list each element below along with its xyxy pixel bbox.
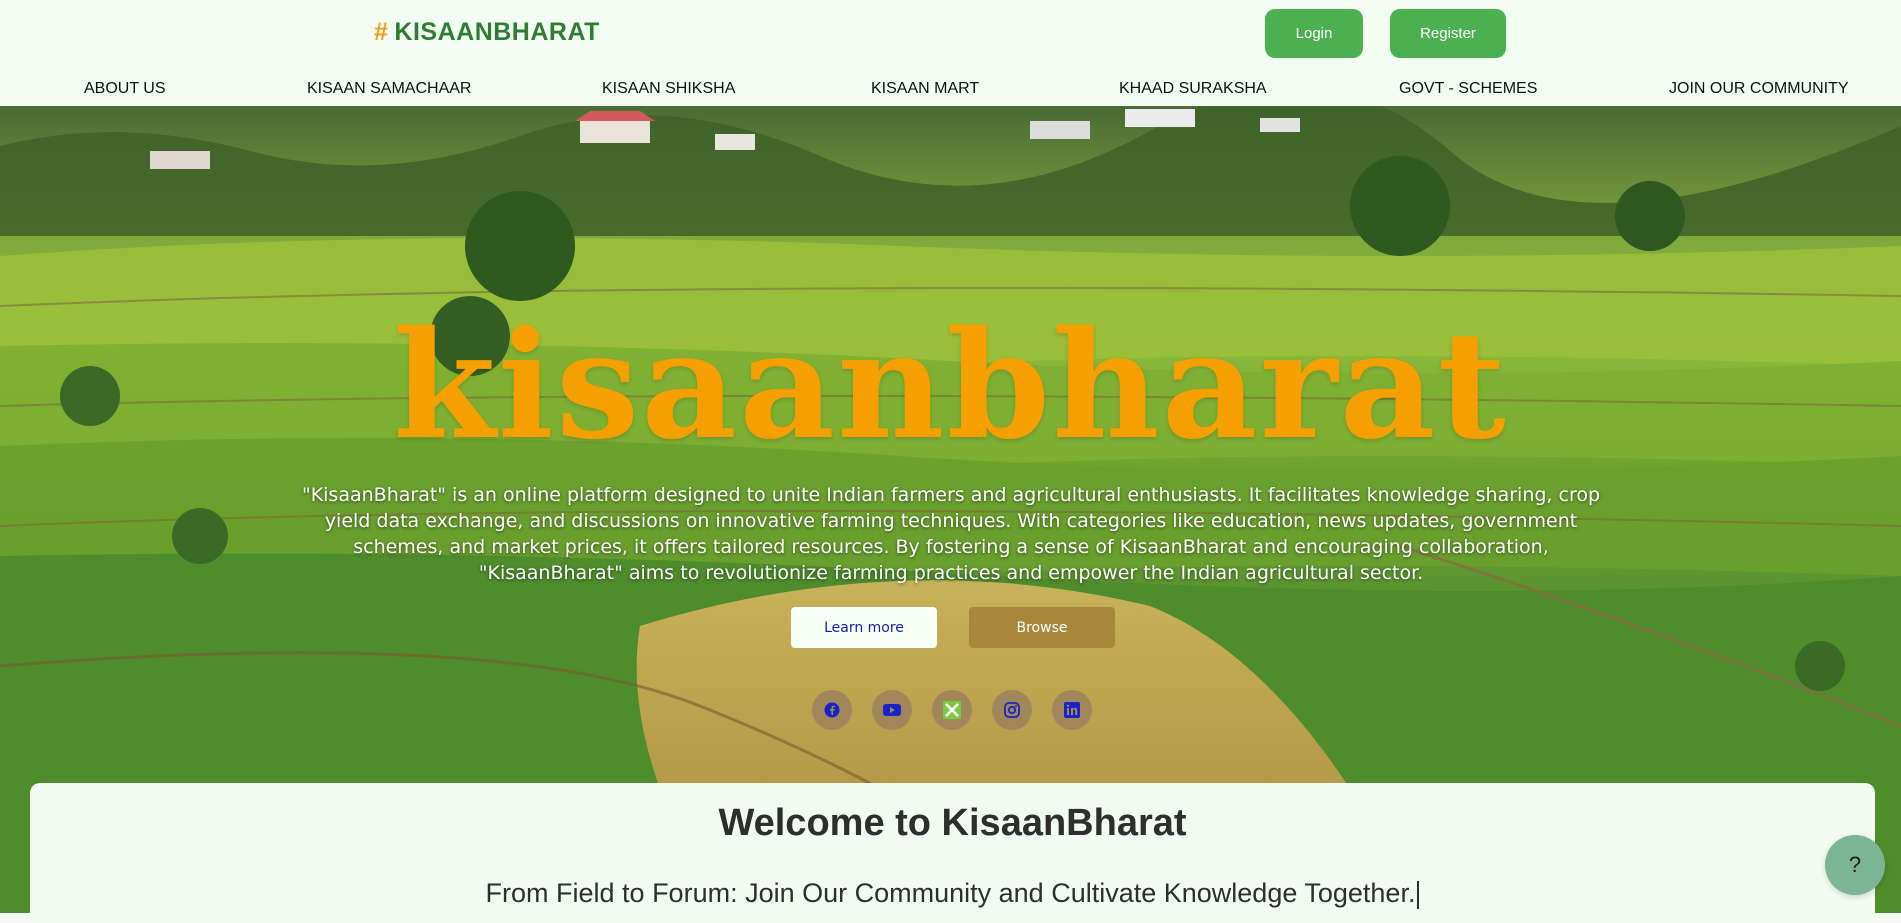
typing-cursor	[1417, 880, 1420, 909]
welcome-card: Welcome to KisaanBharat From Field to Fo…	[30, 783, 1875, 923]
welcome-subtitle-text: From Field to Forum: Join Our Community …	[485, 878, 1416, 908]
welcome-subtitle: From Field to Forum: Join Our Community …	[30, 878, 1875, 909]
nav-item-govt-schemes[interactable]: GOVT - SCHEMES	[1399, 80, 1537, 98]
nav-item-kisaan-mart[interactable]: KISAAN MART	[871, 80, 979, 98]
linkedin-glyph	[1064, 702, 1080, 718]
instagram-icon[interactable]	[992, 690, 1032, 730]
learn-more-button[interactable]: Learn more	[791, 607, 937, 648]
youtube-glyph	[883, 704, 901, 716]
top-bar: # KISAANBHARAT Login Register ABOUT US KI…	[0, 0, 1901, 106]
login-button[interactable]: Login	[1265, 9, 1363, 58]
welcome-title: Welcome to KisaanBharat	[718, 802, 1187, 844]
nav-item-kisaan-shiksha[interactable]: KISAAN SHIKSHA	[602, 80, 735, 98]
hash-icon: #	[374, 18, 389, 46]
x-glyph	[943, 701, 961, 719]
help-button[interactable]: ?	[1825, 835, 1885, 895]
browse-button[interactable]: Browse	[969, 607, 1115, 648]
facebook-glyph	[824, 702, 840, 718]
hero-description: "KisaanBharat" is an online platform des…	[301, 484, 1601, 584]
nav-item-khaad-suraksha[interactable]: KHAAD SURAKSHA	[1119, 80, 1267, 98]
brand-logo[interactable]: # KISAANBHARAT	[374, 18, 600, 47]
youtube-icon[interactable]	[872, 690, 912, 730]
nav-item-kisaan-samachaar[interactable]: KISAAN SAMACHAAR	[307, 80, 471, 98]
nav-item-about-us[interactable]: ABOUT US	[84, 80, 166, 98]
instagram-glyph	[1004, 702, 1020, 718]
brand-name: KISAANBHARAT	[394, 18, 600, 46]
main-nav: ABOUT US KISAAN SAMACHAAR KISAAN SHIKSHA…	[0, 76, 1901, 106]
nav-item-join-our-community[interactable]: JOIN OUR COMMUNITY	[1669, 80, 1849, 98]
linkedin-icon[interactable]	[1052, 690, 1092, 730]
x-icon[interactable]	[932, 690, 972, 730]
hero-title: kisaanbharat	[393, 298, 1508, 472]
register-button[interactable]: Register	[1390, 9, 1506, 58]
facebook-icon[interactable]	[812, 690, 852, 730]
